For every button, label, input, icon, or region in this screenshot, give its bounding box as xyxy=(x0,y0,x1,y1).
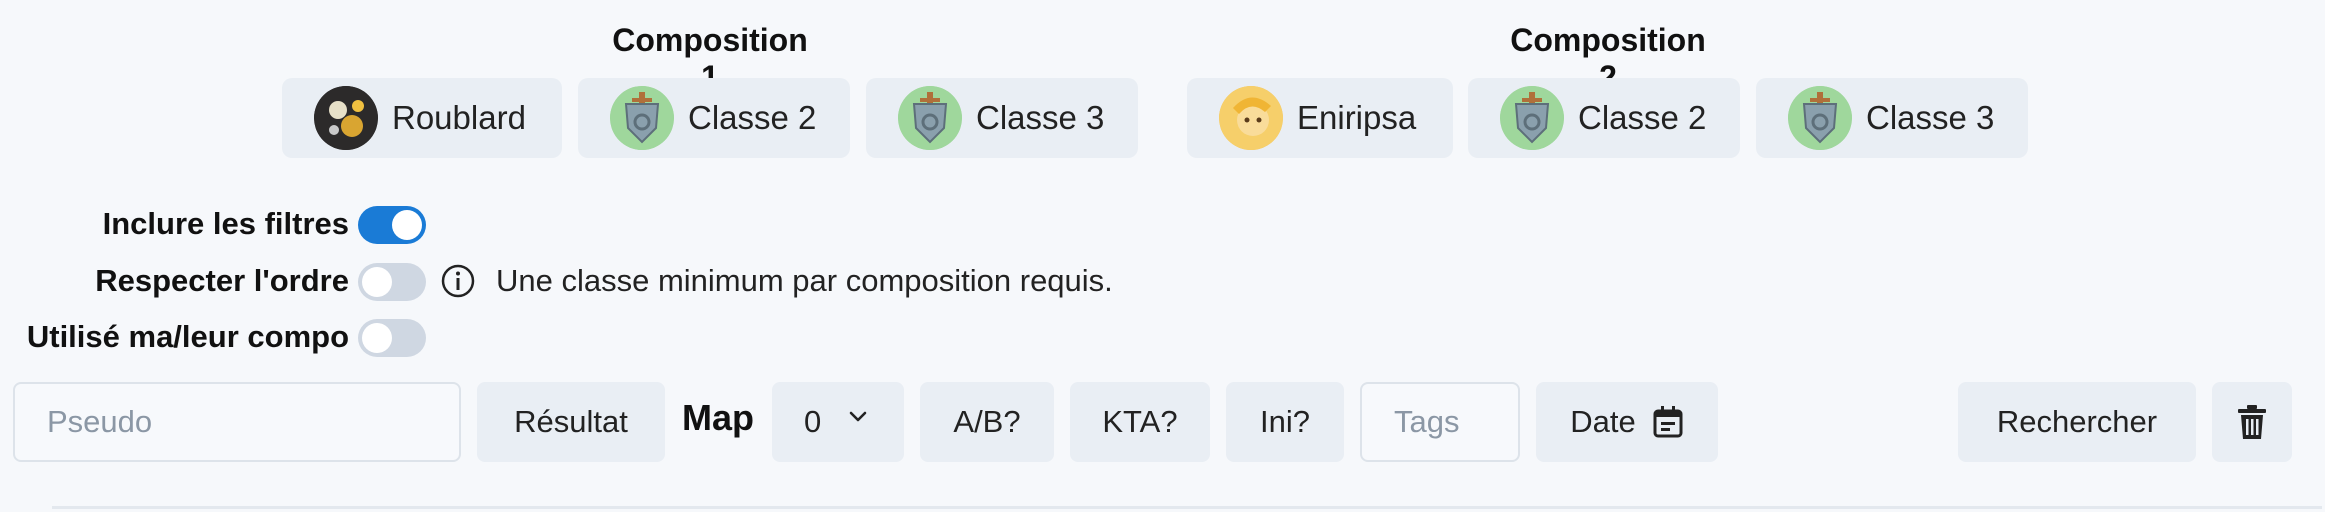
composition-1-class-2-button[interactable]: Classe 2 xyxy=(578,78,850,158)
info-message: Une classe minimum par composition requi… xyxy=(440,263,1113,299)
composition-1-class-1-button[interactable]: Roublard xyxy=(282,78,562,158)
roublard-avatar-icon xyxy=(314,86,378,150)
respect-order-toggle[interactable] xyxy=(358,263,426,301)
class-shield-icon xyxy=(1500,86,1564,150)
trash-icon xyxy=(2238,405,2266,439)
pseudo-input[interactable]: Pseudo xyxy=(13,382,461,462)
toggle-knob xyxy=(392,210,422,240)
map-label: Map xyxy=(682,397,754,438)
ab-button[interactable]: A/B? xyxy=(920,382,1054,462)
class-label: Roublard xyxy=(392,99,526,136)
tags-input[interactable]: Tags xyxy=(1360,382,1520,462)
result-button[interactable]: Résultat xyxy=(477,382,665,462)
toggle-knob xyxy=(362,323,392,353)
composition-1-class-3-button[interactable]: Classe 3 xyxy=(866,78,1138,158)
include-filters-label: Inclure les filtres xyxy=(102,206,349,241)
map-value: 0 xyxy=(804,404,822,439)
use-my-compo-label: Utilisé ma/leur compo xyxy=(26,319,349,354)
info-icon xyxy=(441,264,475,298)
date-label: Date xyxy=(1570,404,1636,439)
tags-placeholder: Tags xyxy=(1394,404,1460,439)
search-label: Rechercher xyxy=(1996,404,2158,439)
calendar-icon xyxy=(1653,406,1683,438)
kta-button[interactable]: KTA? xyxy=(1070,382,1210,462)
class-label: Classe 2 xyxy=(688,99,817,136)
ini-button[interactable]: Ini? xyxy=(1226,382,1344,462)
composition-2-class-3-button[interactable]: Classe 3 xyxy=(1756,78,2028,158)
class-shield-icon xyxy=(610,86,674,150)
pseudo-placeholder: Pseudo xyxy=(47,404,153,439)
class-label: Eniripsa xyxy=(1297,99,1417,136)
composition-2-class-1-button[interactable]: Eniripsa xyxy=(1187,78,1453,158)
result-label: Résultat xyxy=(514,404,628,439)
respect-order-label: Respecter l'ordre xyxy=(95,263,349,298)
class-label: Classe 2 xyxy=(1578,99,1707,136)
map-select[interactable]: 0 xyxy=(772,382,904,462)
ini-label: Ini? xyxy=(1260,404,1310,439)
date-button[interactable]: Date xyxy=(1536,382,1718,462)
toggle-knob xyxy=(362,267,392,297)
chevron-down-icon xyxy=(849,411,867,422)
eniripsa-avatar-icon xyxy=(1219,86,1283,150)
use-my-compo-toggle[interactable] xyxy=(358,319,426,357)
info-text: Une classe minimum par composition requi… xyxy=(496,263,1113,298)
ab-label: A/B? xyxy=(953,404,1021,439)
section-divider xyxy=(52,506,2322,509)
search-button[interactable]: Rechercher xyxy=(1958,382,2196,462)
composition-2-class-2-button[interactable]: Classe 2 xyxy=(1468,78,1740,158)
include-filters-toggle[interactable] xyxy=(358,206,426,244)
class-shield-icon xyxy=(1788,86,1852,150)
class-label: Classe 3 xyxy=(976,99,1105,136)
class-label: Classe 3 xyxy=(1866,99,1995,136)
delete-button[interactable] xyxy=(2212,382,2292,462)
kta-label: KTA? xyxy=(1102,404,1178,439)
class-shield-icon xyxy=(898,86,962,150)
